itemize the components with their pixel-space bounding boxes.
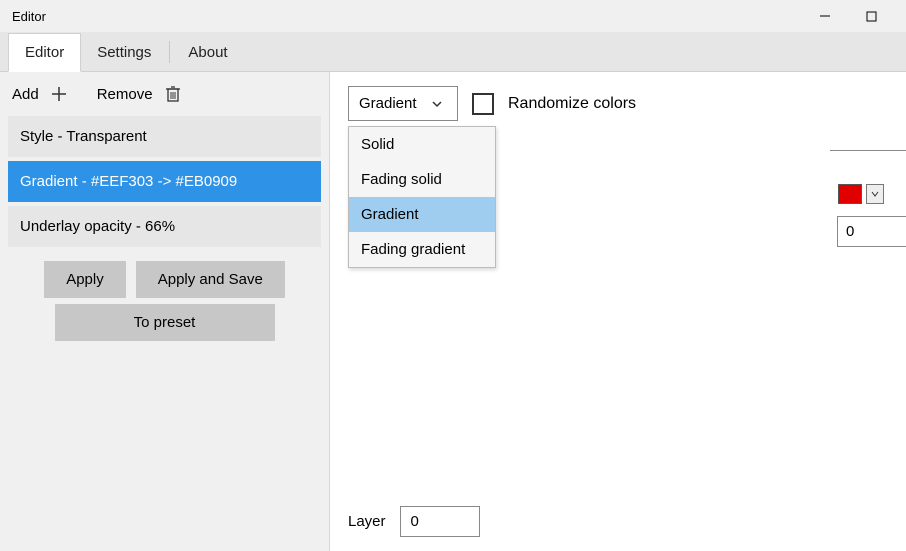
tab-settings[interactable]: Settings <box>81 34 167 71</box>
fill-type-select[interactable]: Gradient <box>348 86 458 121</box>
option-fading-solid[interactable]: Fading solid <box>349 162 495 197</box>
list-item[interactable]: Underlay opacity - 66% <box>8 206 321 247</box>
chevron-down-icon <box>871 190 879 198</box>
extra-value-input[interactable] <box>837 216 906 247</box>
maximize-icon <box>866 11 877 22</box>
layer-list: Style - Transparent Gradient - #EEF303 -… <box>8 116 321 247</box>
color-dropdown-button[interactable] <box>866 184 884 204</box>
fill-type-value: Gradient <box>359 95 417 112</box>
fill-type-dropdown: Solid Fading solid Gradient Fading gradi… <box>348 126 496 268</box>
randomize-checkbox[interactable] <box>472 93 494 115</box>
to-preset-button[interactable]: To preset <box>55 304 275 341</box>
add-label: Add <box>12 86 39 103</box>
layer-label: Layer <box>348 513 386 530</box>
sidebar: Add Remove Style - Transparent Gradient … <box>0 72 330 551</box>
randomize-label: Randomize colors <box>508 95 636 113</box>
remove-label: Remove <box>97 86 153 103</box>
option-gradient[interactable]: Gradient <box>349 197 495 232</box>
option-fading-gradient[interactable]: Fading gradient <box>349 232 495 267</box>
minimize-button[interactable] <box>802 0 848 32</box>
tab-separator <box>169 41 170 63</box>
trash-icon <box>163 84 183 104</box>
list-item[interactable]: Style - Transparent <box>8 116 321 157</box>
tab-editor[interactable]: Editor <box>8 33 81 72</box>
chevron-down-icon <box>431 98 443 110</box>
option-solid[interactable]: Solid <box>349 127 495 162</box>
layer-input[interactable] <box>400 506 480 537</box>
color-swatch[interactable] <box>838 184 862 204</box>
add-button[interactable]: Add <box>12 84 69 104</box>
main-panel: Gradient Randomize colors Solid Fading s… <box>330 72 906 551</box>
tab-about[interactable]: About <box>172 34 243 71</box>
tabstrip: Editor Settings About <box>0 32 906 72</box>
apply-save-button[interactable]: Apply and Save <box>136 261 285 298</box>
duration-separator <box>830 150 906 151</box>
apply-button[interactable]: Apply <box>44 261 126 298</box>
remove-button[interactable]: Remove <box>97 84 183 104</box>
plus-icon <box>49 84 69 104</box>
maximize-button[interactable] <box>848 0 894 32</box>
list-item[interactable]: Gradient - #EEF303 -> #EB0909 <box>8 161 321 202</box>
minimize-icon <box>819 10 831 22</box>
window-title: Editor <box>12 9 802 24</box>
